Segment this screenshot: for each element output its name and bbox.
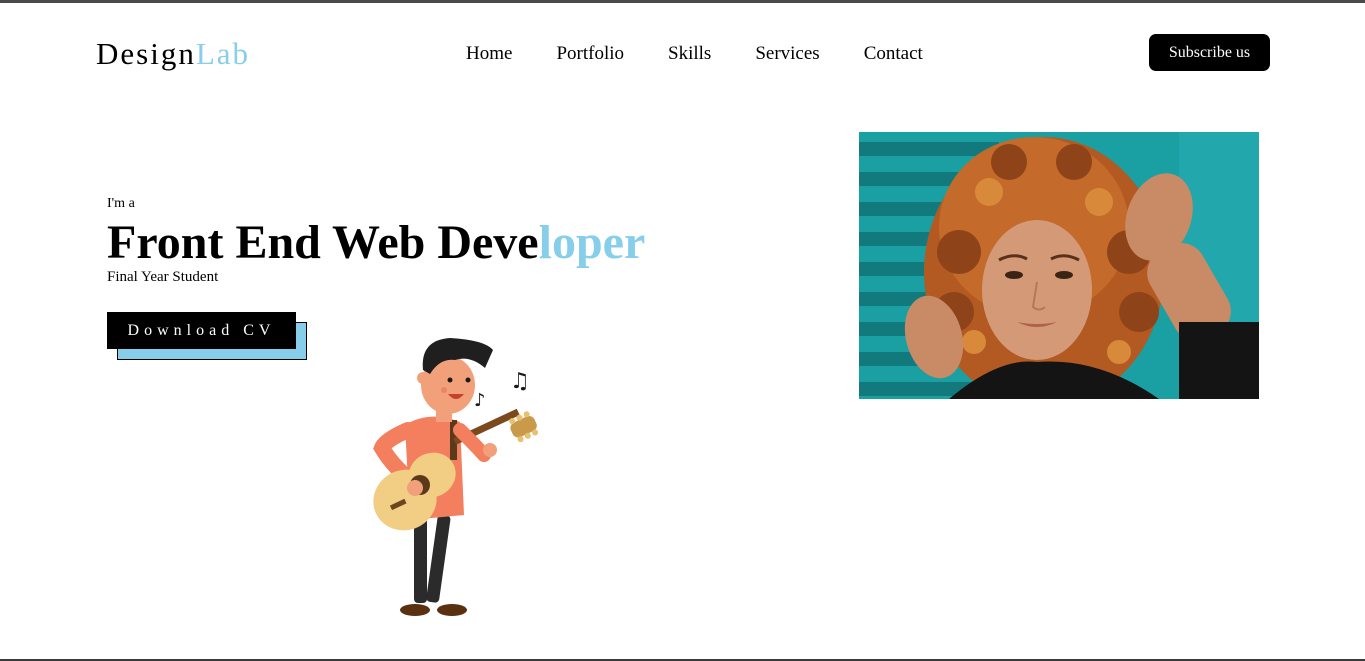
logo-text: Design xyxy=(96,36,196,71)
svg-text:♪: ♪ xyxy=(474,390,486,411)
nav-contact[interactable]: Contact xyxy=(864,42,923,66)
headline-accent: loper xyxy=(538,216,646,269)
logo[interactable]: DesignLab xyxy=(96,36,250,72)
guitar-player-illustration: ♫ ♪ xyxy=(373,338,539,616)
download-cv-button[interactable]: Download CV xyxy=(107,312,296,349)
headline-main: Front End Web Deve xyxy=(107,216,539,269)
nav-home[interactable]: Home xyxy=(466,42,512,66)
main-nav: Home Portfolio Skills Services Contact xyxy=(466,42,967,66)
top-border xyxy=(0,0,1365,3)
download-cv-wrapper: Download CV xyxy=(107,312,307,362)
profile-photo xyxy=(859,132,1259,399)
music-notes-icon: ♫ ♪ xyxy=(474,369,530,411)
nav-services[interactable]: Services xyxy=(755,42,819,66)
subscribe-button[interactable]: Subscribe us xyxy=(1149,34,1270,71)
hero-intro: I'm a xyxy=(107,196,135,211)
nav-portfolio[interactable]: Portfolio xyxy=(556,42,624,66)
logo-accent-text: Lab xyxy=(195,36,251,71)
hero-headline: Front End Web Developer xyxy=(107,216,645,270)
hero-subline: Final Year Student xyxy=(107,269,219,285)
svg-text:♫: ♫ xyxy=(510,369,530,394)
nav-skills[interactable]: Skills xyxy=(668,42,711,66)
